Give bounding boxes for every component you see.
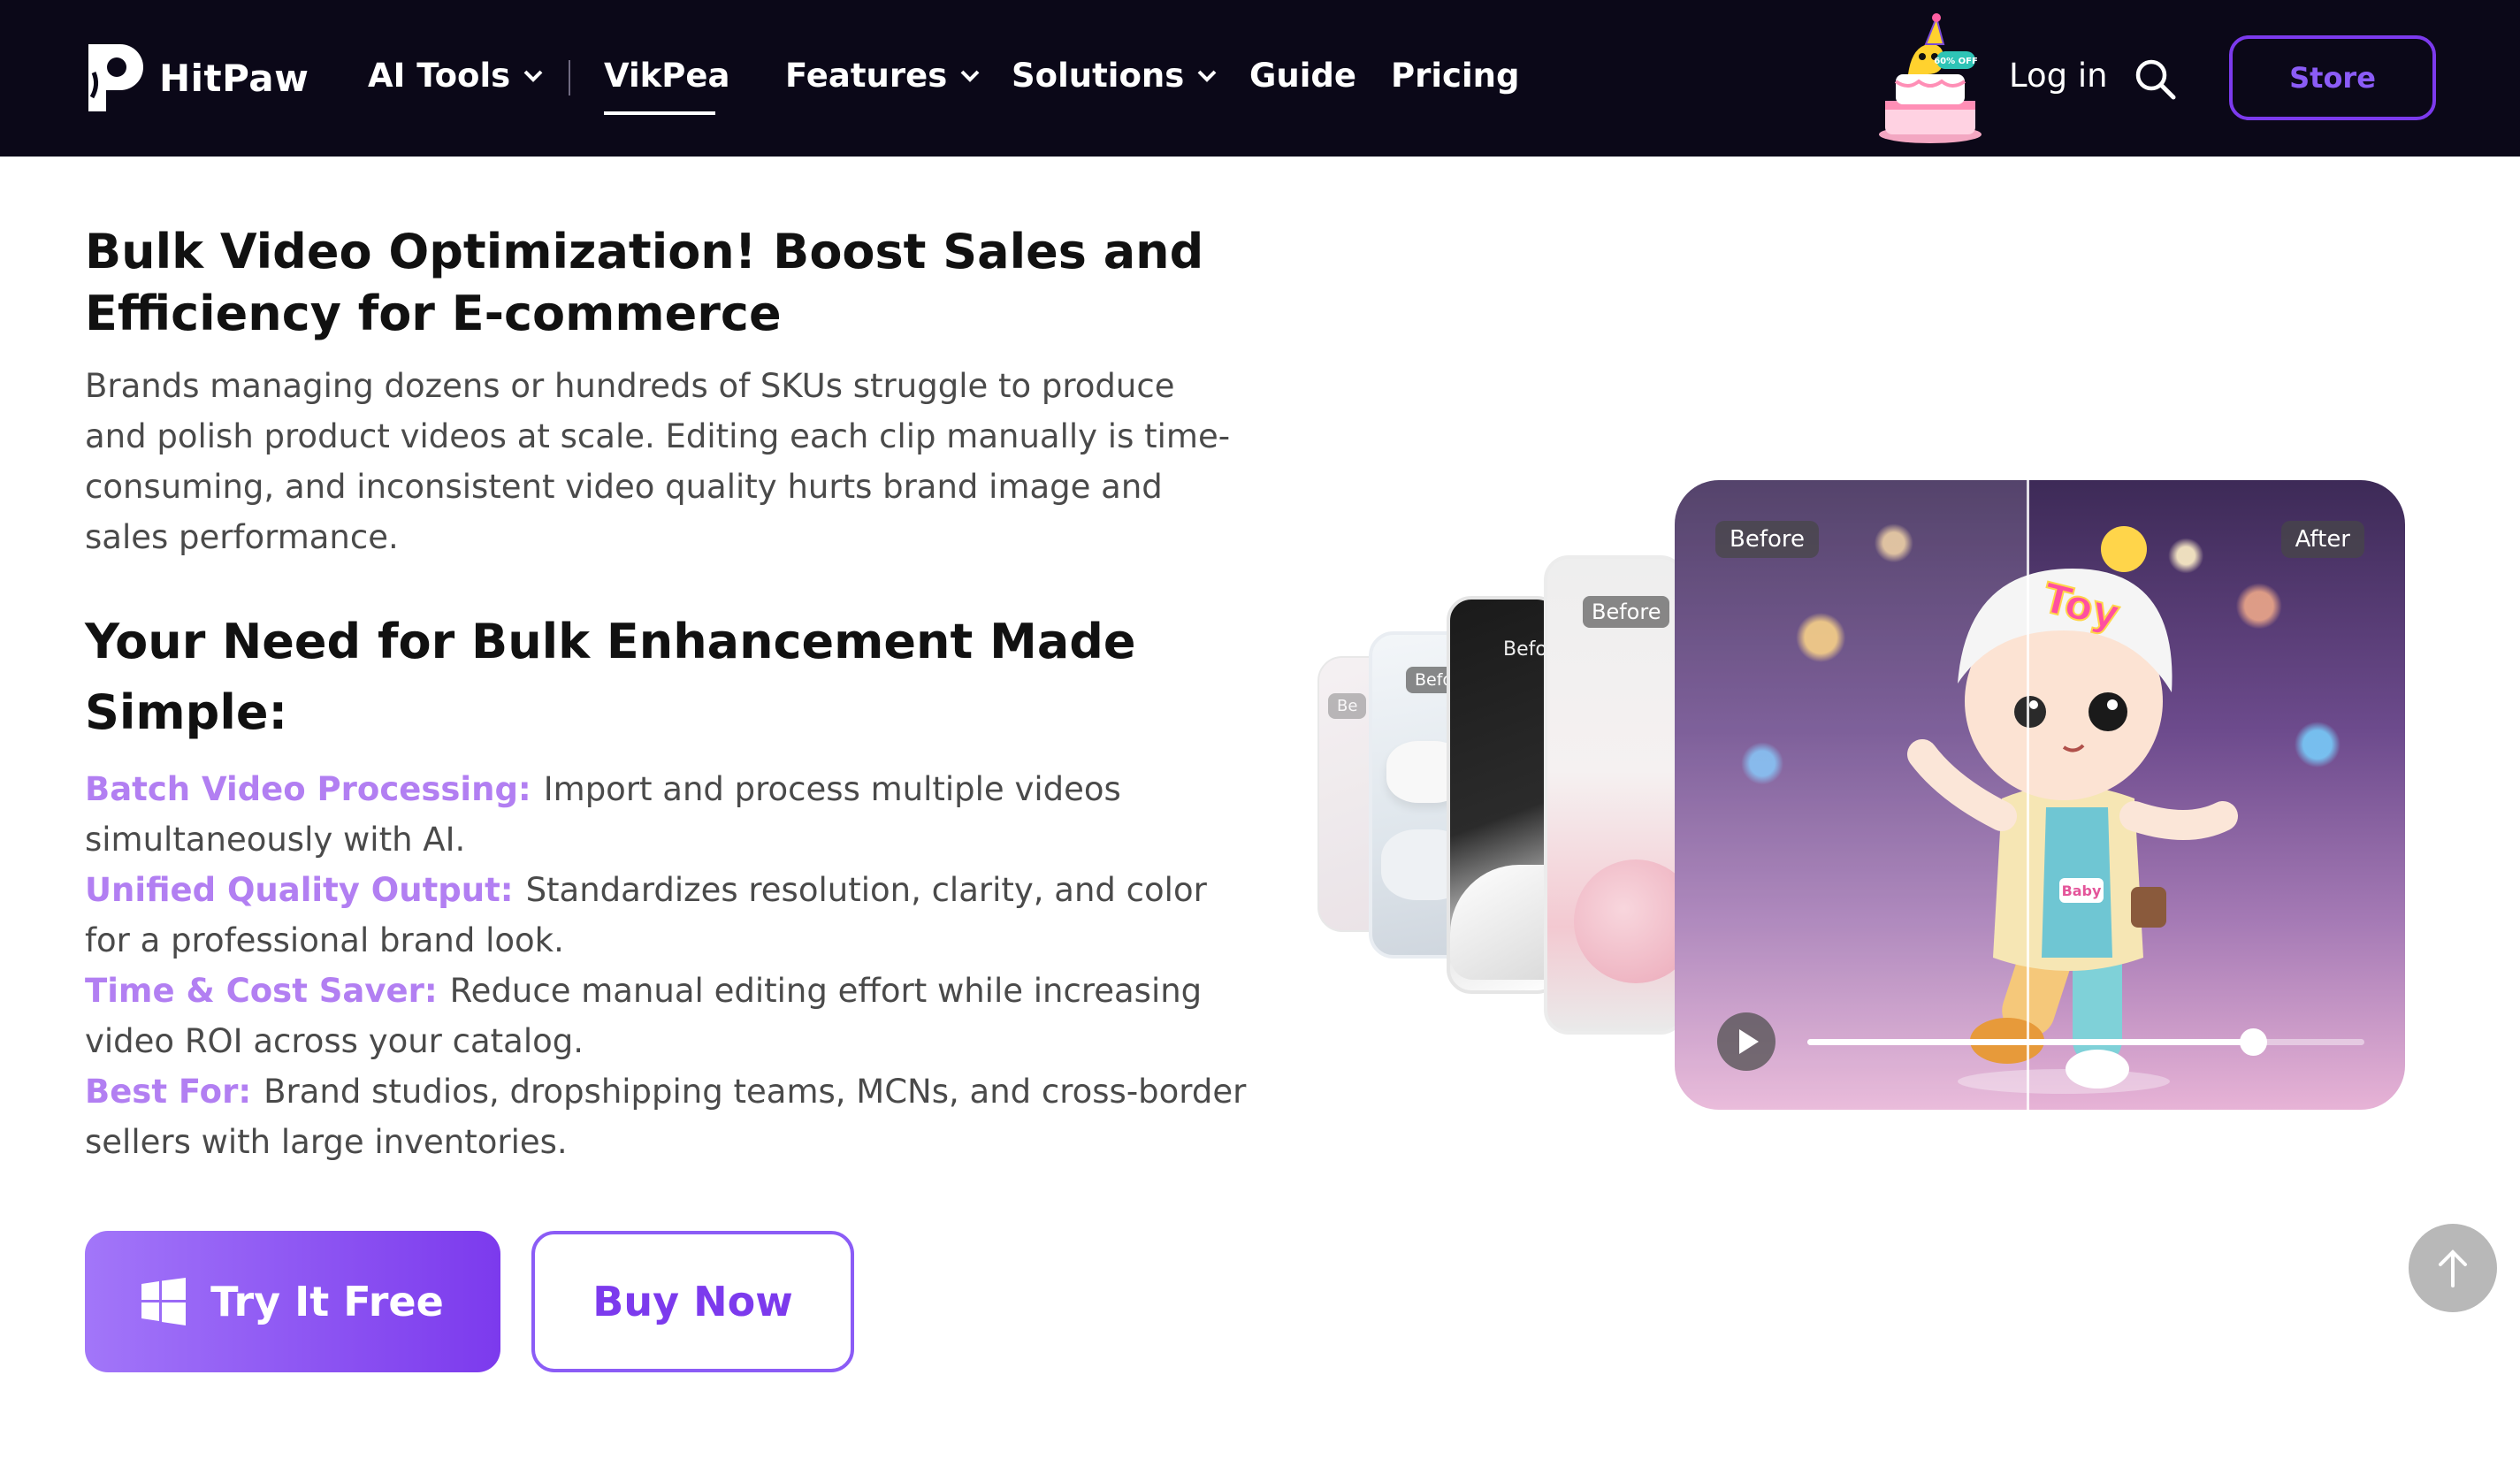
nav-ai-tools[interactable]: AI Tools — [368, 57, 544, 95]
before-after-video-preview[interactable]: Baby Toy Before After — [1675, 480, 2405, 1110]
chevron-down-icon — [960, 70, 980, 82]
store-button[interactable]: Store — [2229, 35, 2436, 120]
progress-fill — [1807, 1039, 2253, 1045]
video-controls — [1717, 1009, 2371, 1074]
nav-pricing-label: Pricing — [1391, 57, 1520, 95]
section-subtitle: Your Need for Bulk Enhancement Made Simp… — [85, 614, 1136, 740]
feature-list: Batch Video Processing: Import and proces… — [85, 764, 1261, 1167]
try-it-free-button[interactable]: Try It Free — [85, 1231, 500, 1372]
arrow-up-icon — [2439, 1249, 2467, 1287]
back-to-top-button[interactable] — [2409, 1224, 2497, 1312]
top-navbar: HitPaw AI Tools VikPea Features Solution… — [0, 0, 2520, 157]
nav-divider — [569, 60, 570, 95]
nav-vikpea-label: VikPea — [604, 57, 730, 95]
active-nav-underline — [604, 111, 715, 115]
chevron-down-icon — [1197, 70, 1217, 82]
nav-solutions-label: Solutions — [1012, 57, 1185, 95]
section-title: Bulk Video Optimization! Boost Sales and… — [85, 224, 1204, 341]
feature-item: Time & Cost Saver: Reduce manual editing … — [85, 966, 1261, 1066]
section-intro: Brands managing dozens or hundreds of SK… — [85, 367, 1231, 556]
nav-vikpea[interactable]: VikPea — [604, 57, 729, 95]
nav-features-label: Features — [785, 57, 948, 95]
feature-label: Best For: — [85, 1073, 252, 1111]
feature-label: Batch Video Processing: — [85, 770, 531, 808]
chevron-down-icon — [523, 70, 543, 82]
nav-guide[interactable]: Guide — [1249, 57, 1356, 95]
feature-label: Time & Cost Saver: — [85, 972, 438, 1010]
before-tag: Before — [1583, 596, 1670, 628]
feature-item: Batch Video Processing: Import and proces… — [85, 764, 1261, 865]
before-tag: Before — [1715, 521, 1820, 558]
hitpaw-logo[interactable]: HitPaw — [85, 41, 309, 115]
nav-pricing[interactable]: Pricing — [1391, 57, 1520, 95]
feature-label: Unified Quality Output: — [85, 871, 514, 909]
feature-item: Best For: Brand studios, dropshipping tea… — [85, 1066, 1261, 1167]
play-icon[interactable] — [1717, 1012, 1775, 1071]
search-icon[interactable] — [2133, 57, 2177, 101]
nav-guide-label: Guide — [1249, 57, 1356, 95]
windows-icon — [141, 1278, 187, 1325]
birthday-cake-icon[interactable]: 60% OFF — [1873, 12, 1988, 145]
feature-item: Unified Quality Output: Standardizes reso… — [85, 865, 1261, 966]
nav-ai-tools-label: AI Tools — [368, 57, 511, 95]
after-tag: After — [2280, 521, 2364, 558]
preview-stack-card[interactable]: Before — [1544, 555, 1685, 1035]
shirt-text: Baby — [2062, 882, 2102, 899]
feature-text: Brand studios, dropshipping teams, MCNs,… — [85, 1073, 1247, 1161]
knit-image — [1574, 859, 1682, 983]
nav-features[interactable]: Features — [785, 57, 981, 95]
hitpaw-logo-icon — [88, 44, 143, 111]
login-link[interactable]: Log in — [2009, 57, 2108, 95]
try-it-free-label: Try It Free — [210, 1278, 444, 1325]
logo-text: HitPaw — [159, 56, 309, 100]
nav-solutions[interactable]: Solutions — [1012, 57, 1218, 95]
promo-badge-text: 60% OFF — [1934, 57, 1978, 66]
before-tag: Be — [1328, 693, 1367, 719]
video-progress-bar[interactable] — [1807, 1028, 2364, 1056]
progress-handle[interactable] — [2240, 1028, 2267, 1056]
buy-now-button[interactable]: Buy Now — [531, 1231, 854, 1372]
